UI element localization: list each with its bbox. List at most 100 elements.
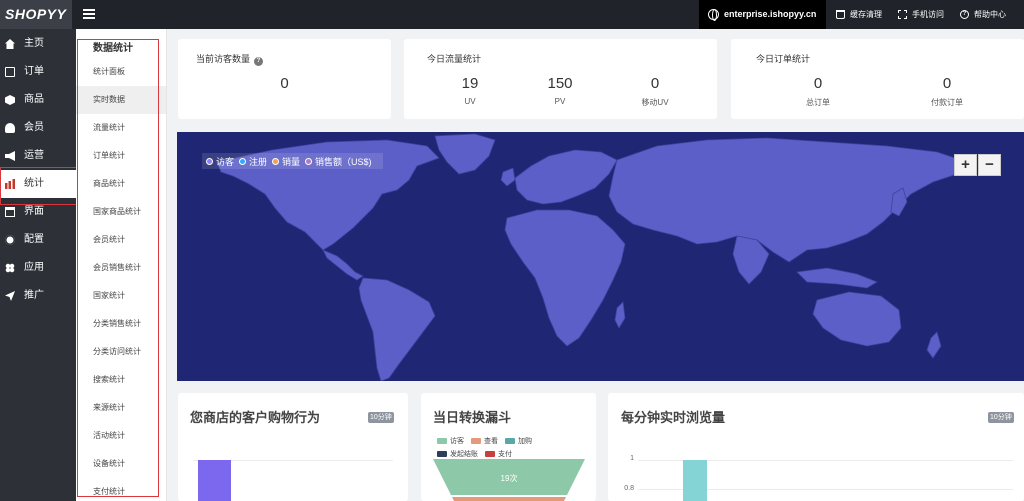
main-sidebar: 主页 订单 商品 会员 运营 统计 界面 配置 应用 推广: [0, 29, 76, 501]
realtime-views-title: 每分钟实时浏览量: [621, 410, 726, 425]
behavior-bar[interactable]: [198, 460, 231, 501]
nav-label: 主页: [24, 38, 44, 49]
time-range-tag[interactable]: 10分钟: [988, 412, 1014, 423]
legend-sales-volume[interactable]: 销量: [272, 155, 300, 168]
submenu-item-orders[interactable]: 订单统计: [76, 142, 166, 170]
realtime-views-card: 每分钟实时浏览量 10分钟 1 0.8: [608, 393, 1024, 501]
submenu-item-country-products[interactable]: 国家商品统计: [76, 198, 166, 226]
current-visitors-value: 0: [280, 75, 289, 92]
legend-label: 发起结账: [450, 451, 478, 458]
paid-orders-label: 付款订单: [931, 98, 963, 107]
shopyy-logo[interactable]: SHOPYY: [0, 0, 72, 29]
legend-dot-icon: [239, 157, 247, 165]
legend-label: 访客: [450, 438, 464, 445]
world-map-graphic: [216, 133, 968, 381]
nav-label: 运营: [24, 150, 44, 161]
nav-label: 界面: [24, 206, 44, 217]
nav-item-statistics[interactable]: 统计: [0, 170, 76, 198]
legend-visitors[interactable]: 访客: [206, 155, 234, 168]
africa-landmass: [504, 209, 626, 347]
legend-registrations[interactable]: 注册: [239, 155, 267, 168]
australia-landmass: [812, 291, 902, 347]
legend-label: 注册: [249, 156, 268, 167]
funnel-stage-views[interactable]: [452, 497, 566, 501]
paid-orders-value: 0: [942, 75, 952, 92]
submenu-item-payments[interactable]: 支付统计: [76, 478, 166, 501]
window-icon: [5, 207, 15, 217]
help-question-icon[interactable]: ?: [254, 57, 264, 66]
legend-dot-icon: [305, 157, 313, 165]
submenu-item-category-visits[interactable]: 分类访问统计: [76, 338, 166, 366]
realtime-bar[interactable]: [683, 460, 707, 501]
submenu-item-category-sales[interactable]: 分类销售统计: [76, 310, 166, 338]
world-map[interactable]: 访客 注册 销量 销售额（US$) + −: [177, 132, 1024, 381]
nav-item-home[interactable]: 主页: [0, 30, 76, 58]
help-center-button[interactable]: ? 帮助中心: [960, 0, 1006, 29]
submenu-item-sources[interactable]: 来源统计: [76, 394, 166, 422]
nav-item-config[interactable]: 配置: [0, 226, 76, 254]
nav-label: 配置: [24, 234, 44, 245]
submenu-item-devices[interactable]: 设备统计: [76, 450, 166, 478]
nav-item-operations[interactable]: 运营: [0, 142, 76, 170]
shopping-behavior-card: 您商店的客户购物行为 10分钟: [178, 393, 408, 501]
box-icon: [5, 95, 15, 105]
map-legend: 访客 注册 销量 销售额（US$): [202, 153, 383, 169]
clear-cache-button[interactable]: 缓存清理: [836, 0, 882, 29]
help-center-label: 帮助中心: [974, 10, 1006, 19]
legend-swatch-icon: [471, 438, 481, 444]
total-orders-label: 总订单: [806, 98, 830, 107]
south-america-landmass: [358, 277, 436, 381]
funnel-legend-row1: 访客 查看 加购: [437, 436, 532, 446]
nav-item-promotion[interactable]: 推广: [0, 282, 76, 310]
conversion-funnel-card: 当日转换漏斗 访客 查看 加购 发起结账 支付 19次: [421, 393, 596, 501]
submenu-item-realtime[interactable]: 实时数据: [76, 86, 166, 114]
nav-item-apps[interactable]: 应用: [0, 254, 76, 282]
submenu-item-member-sales[interactable]: 会员销售统计: [76, 254, 166, 282]
nav-label: 统计: [24, 178, 44, 189]
asia-landmass: [608, 137, 968, 263]
map-zoom-in-button[interactable]: +: [954, 154, 977, 176]
today-traffic-title: 今日流量统计: [427, 54, 482, 64]
map-zoom-out-button[interactable]: −: [978, 154, 1001, 176]
nav-item-interface[interactable]: 界面: [0, 198, 76, 226]
trash-icon: [836, 10, 845, 19]
current-visitors-title: 当前访客数量?: [196, 52, 264, 66]
submenu-item-traffic[interactable]: 流量统计: [76, 114, 166, 142]
legend-label: 加购: [518, 438, 532, 445]
funnel-stage-label: 19次: [500, 474, 518, 483]
submenu-item-dashboard[interactable]: 统计面板: [76, 58, 166, 86]
nav-item-members[interactable]: 会员: [0, 114, 76, 142]
southeast-asia-islands: [796, 267, 878, 289]
y-tick-label: 1: [630, 455, 634, 462]
greenland-landmass: [434, 133, 496, 175]
legend-sales-amount[interactable]: 销售额（US$): [305, 155, 372, 168]
submenu-item-campaigns[interactable]: 活动统计: [76, 422, 166, 450]
shopping-behavior-title: 您商店的客户购物行为: [190, 410, 321, 425]
today-traffic-card: 今日流量统计 19 UV 150 PV 0 移动UV: [404, 39, 717, 119]
submenu-item-countries[interactable]: 国家统计: [76, 282, 166, 310]
submenu-item-search[interactable]: 搜索统计: [76, 366, 166, 394]
legend-swatch-icon: [505, 438, 515, 444]
total-orders-value: 0: [813, 75, 823, 92]
time-range-tag[interactable]: 10分钟: [368, 412, 394, 423]
legend-label: 访客: [216, 156, 235, 167]
legend-dot-icon: [272, 157, 280, 165]
submenu-title: 数据统计: [93, 43, 133, 54]
nav-item-orders[interactable]: 订单: [0, 58, 76, 86]
legend-label: 销售额（US$): [315, 156, 372, 167]
statistics-submenu: 数据统计 统计面板 实时数据 流量统计 订单统计 商品统计 国家商品统计 会员统…: [76, 29, 167, 501]
mobile-access-button[interactable]: 手机访问: [898, 0, 944, 29]
legend-label: 支付: [498, 451, 512, 458]
uk-landmass: [500, 167, 516, 187]
legend-label: 查看: [484, 438, 498, 445]
store-domain-text: enterprise.ishopyy.cn: [724, 9, 817, 19]
new-zealand-landmass: [926, 331, 942, 359]
megaphone-icon: [5, 151, 15, 161]
submenu-item-products[interactable]: 商品统计: [76, 170, 166, 198]
y-tick-label: 0.8: [624, 485, 634, 492]
menu-toggle-icon[interactable]: [82, 7, 96, 21]
store-domain-link[interactable]: enterprise.ishopyy.cn: [699, 0, 826, 29]
nav-label: 会员: [24, 122, 44, 133]
nav-item-products[interactable]: 商品: [0, 86, 76, 114]
submenu-item-members[interactable]: 会员统计: [76, 226, 166, 254]
